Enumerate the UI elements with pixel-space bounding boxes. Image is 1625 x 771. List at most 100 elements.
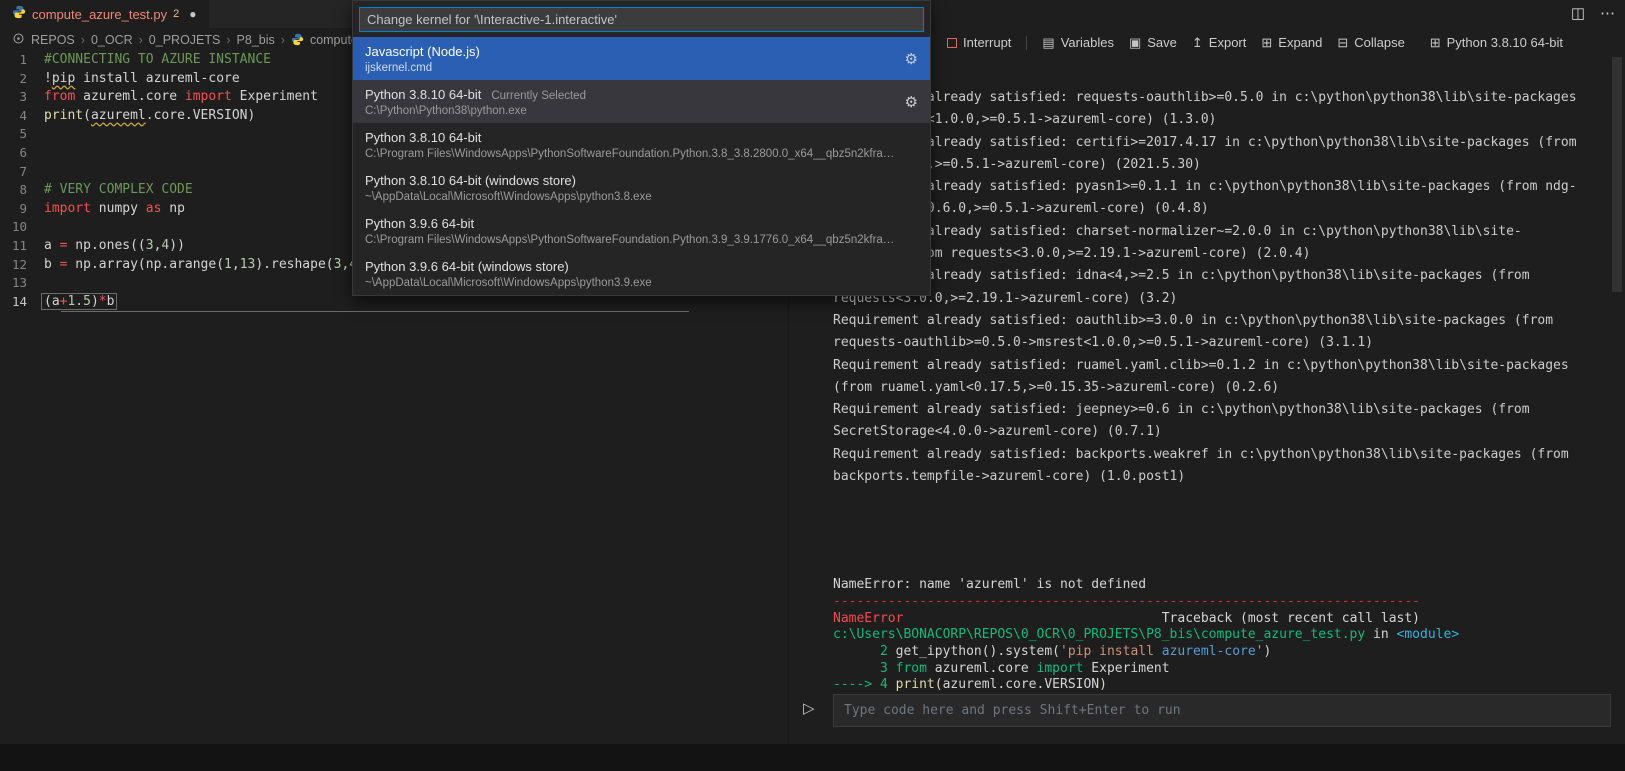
token: b	[106, 293, 115, 309]
line-number: 2	[19, 70, 27, 86]
kernel-option[interactable]: Python 3.9.6 64-bit (windows store) ~\App…	[353, 252, 930, 295]
variables-icon: ▤	[1042, 35, 1055, 50]
kernel-option[interactable]: Python 3.9.6 64-bit C:\Program Files\Wind…	[353, 209, 930, 252]
expand-label: Expand	[1278, 35, 1323, 50]
traceback-line: NameError: name 'azureml' is not defined	[833, 577, 1611, 594]
python-icon	[291, 33, 304, 46]
save-label: Save	[1147, 35, 1177, 50]
token: Traceback (most recent call last)	[903, 610, 1421, 626]
line-content: !pip install azureml-core	[44, 70, 240, 89]
output-line: Requirement already satisfied: jeepney>=…	[833, 402, 1530, 418]
token: ).reshape(	[255, 256, 334, 272]
kernel-option-label: Python 3.8.10 64-bit (windows store)	[365, 172, 576, 188]
token: 'pip install	[1060, 644, 1162, 660]
output-line: requests<3.0.0,>=2.19.1->azureml-core) (…	[833, 290, 1178, 306]
gear-icon[interactable]: ⚙	[905, 50, 918, 68]
token: ,	[231, 256, 240, 272]
token: get_ipython().system(	[895, 644, 1060, 660]
breadcrumb-item[interactable]: REPOS	[31, 33, 75, 47]
kernel-option[interactable]: Python 3.8.10 64-bit C:\Program Files\Win…	[353, 123, 930, 166]
token: as	[145, 200, 162, 216]
breadcrumb-item[interactable]: 0_PROJETS	[149, 33, 221, 47]
collapse-button[interactable]: ⊟ Collapse	[1337, 35, 1405, 50]
variables-button[interactable]: ▤ Variables	[1042, 35, 1114, 50]
kernel-option-main: Python 3.8.10 64-bit Currently Selected C:…	[365, 87, 895, 117]
modified-dot-icon[interactable]: ●	[189, 7, 196, 21]
save-button[interactable]: ▣ Save	[1129, 35, 1177, 50]
token: from	[44, 89, 76, 105]
split-editor-icon[interactable]: ◫	[1571, 4, 1585, 22]
line-content: b = np.array(np.arange(1,13).reshape(3,4…	[44, 256, 373, 275]
vscode-window: compute_azure_test.py 2 ● REPOS › 0_OCR › 0_…	[0, 0, 1625, 771]
breadcrumb-item[interactable]: 0_OCR	[91, 33, 133, 47]
kernel-option[interactable]: Javascript (Node.js) ijskernel.cmd ⚙	[353, 37, 930, 80]
token: )	[1099, 677, 1107, 693]
line-number: 5	[19, 126, 27, 142]
line-number: 11	[11, 237, 27, 253]
line-number: 4	[19, 107, 27, 123]
token: pip	[51, 70, 76, 86]
interrupt-button[interactable]: Interrupt	[947, 35, 1011, 50]
token: <module>	[1396, 627, 1460, 643]
pip-output: Requirement already satisfied: requests-…	[833, 87, 1611, 488]
kernel-option-label: Python 3.9.6 64-bit	[365, 215, 475, 231]
kernel-option-label: Python 3.8.10 64-bit	[365, 129, 482, 145]
gear-icon[interactable]: ⚙	[905, 93, 918, 111]
line-content: print(azureml.core.VERSION)	[44, 107, 255, 126]
token: np.array(np.arange(	[67, 256, 225, 272]
token: *	[98, 293, 107, 309]
line-content: a = np.ones((3,4))	[44, 237, 185, 256]
kernel-picker-input[interactable]	[359, 7, 924, 32]
breadcrumb-separator: ›	[280, 32, 285, 47]
line-number: 1	[19, 52, 27, 67]
token: print(	[895, 677, 943, 693]
output-line: packages (from requests<3.0.0,>=2.19.1->…	[833, 246, 1311, 262]
export-icon: ↥	[1191, 35, 1203, 50]
tab-compute-azure-test[interactable]: compute_azure_test.py 2 ●	[0, 0, 209, 28]
token: 3 from	[833, 660, 927, 676]
kernel-picker-list: Javascript (Node.js) ijskernel.cmd ⚙ Python…	[353, 37, 930, 295]
kernel-option-description: C:\Program Files\WindowsApps\PythonSoftw…	[365, 147, 895, 160]
token: c:\Users\BONACORP\REPOS\0_OCR\0_PROJETS\…	[833, 627, 1366, 643]
kernel-option-main: Python 3.9.6 64-bit C:\Program Files\Wind…	[365, 216, 918, 246]
more-actions-icon[interactable]: ⋯	[1600, 4, 1615, 22]
token: azureml.core.VERSION	[942, 677, 1100, 693]
token: NameError: name 'azureml' is not defined	[833, 577, 1147, 593]
kernel-option[interactable]: Python 3.8.10 64-bit Currently Selected C:…	[353, 80, 930, 123]
interactive-input-row	[833, 694, 1611, 727]
python-env-icon: ⊞	[1429, 35, 1441, 50]
kernel-picker-input-row	[353, 1, 930, 37]
export-label: Export	[1208, 35, 1247, 50]
interrupt-label: Interrupt	[963, 35, 1012, 50]
kernel-option-description: ~\AppData\Local\Microsoft\WindowsApps\py…	[365, 276, 652, 289]
token: 13	[239, 256, 256, 272]
kernel-option-label-row: Python 3.8.10 64-bit Currently Selected	[365, 87, 895, 102]
token: azureml-core	[1161, 644, 1256, 660]
kernel-status[interactable]: ⊞ Python 3.8.10 64-bit	[1430, 28, 1563, 57]
code-input[interactable]	[844, 703, 1600, 718]
python-icon	[12, 5, 26, 24]
kernel-option[interactable]: Python 3.8.10 64-bit (windows store) ~\Ap…	[353, 166, 930, 209]
kernel-picker: Javascript (Node.js) ijskernel.cmd ⚙ Python…	[352, 0, 931, 296]
token: #CONNECTING TO AZURE INSTANCE	[44, 52, 271, 67]
output-line: Requirement already satisfied: requests-…	[833, 90, 1577, 105]
token: 1	[224, 256, 232, 272]
line-content: (a+1.5)*b	[41, 292, 118, 312]
output-line: Requirement already satisfied: oauthlib>…	[833, 312, 1554, 328]
export-button[interactable]: ↥ Export	[1192, 35, 1246, 50]
cell-rule	[61, 310, 689, 312]
token: numpy	[90, 200, 146, 216]
output-line: Requirement already satisfied: certifi>=…	[833, 134, 1577, 150]
output-scrollbar[interactable]	[1612, 57, 1622, 292]
kernel-option-label-row: Python 3.8.10 64-bit (windows store)	[365, 173, 918, 188]
token: a	[44, 237, 60, 253]
kernel-option-description: ~\AppData\Local\Microsoft\WindowsApps\py…	[365, 190, 652, 203]
run-cell-icon[interactable]: ▷	[803, 699, 815, 717]
token: # VERY COMPLEX CODE	[44, 182, 193, 198]
breadcrumb-symbol-icon	[12, 32, 25, 48]
line-content: from azureml.core import Experiment	[44, 88, 318, 107]
collapse-icon: ⊟	[1337, 35, 1349, 50]
token: install azureml-core	[75, 70, 240, 86]
expand-button[interactable]: ⊞ Expand	[1261, 35, 1322, 50]
breadcrumb-item[interactable]: P8_bis	[237, 33, 275, 47]
